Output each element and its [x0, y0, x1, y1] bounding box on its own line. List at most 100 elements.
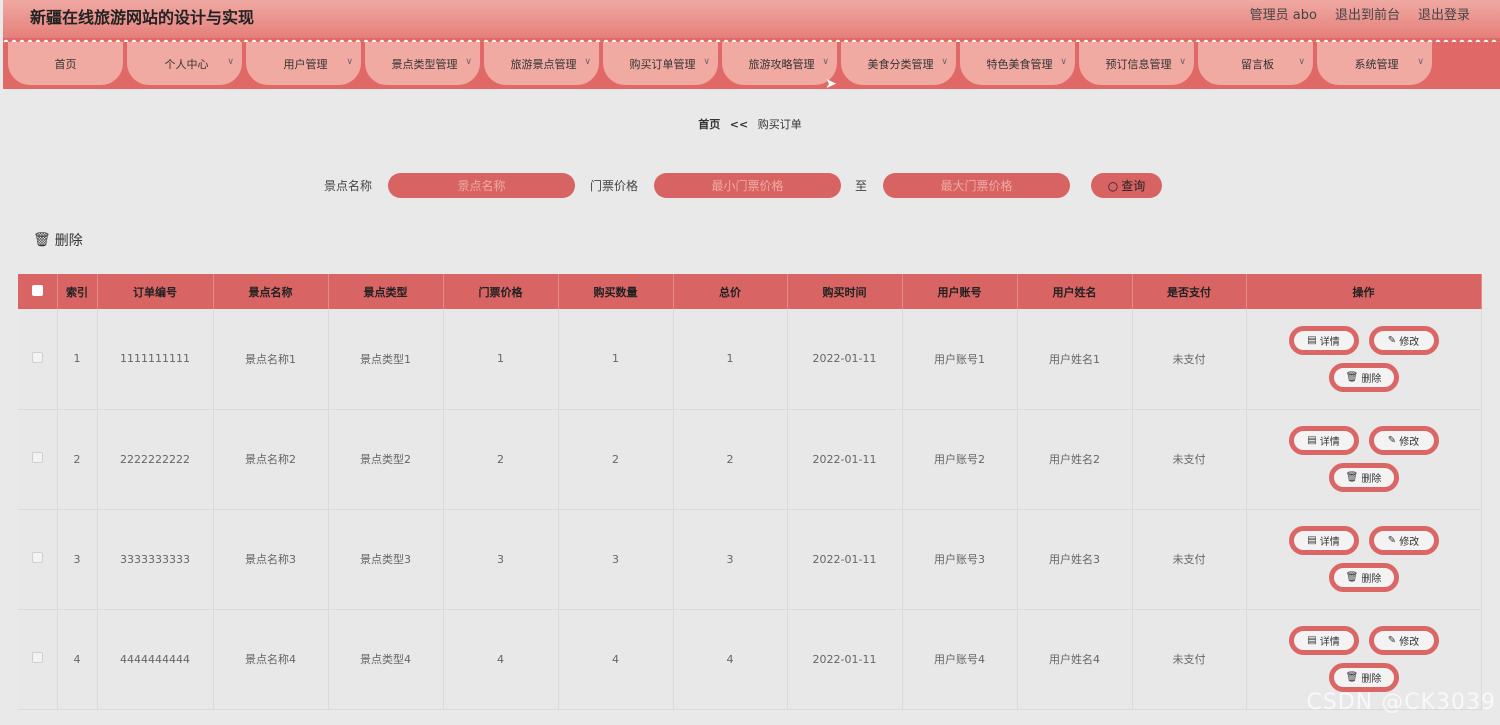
trash-icon: 🗑 — [1345, 572, 1359, 583]
table-cell: 2022-01-11 — [787, 309, 903, 410]
row-checkbox[interactable] — [31, 351, 43, 363]
nav-item-11[interactable]: 系统管理 ∨ — [1317, 42, 1432, 85]
column-header: 购买数量 — [558, 274, 674, 309]
delete-button[interactable]: 🗑 删除 — [1328, 362, 1399, 392]
nav-item-label: 预订信息管理 — [1105, 57, 1172, 71]
column-header: 用户账号 — [902, 274, 1018, 309]
detail-button-label: 详情 — [1319, 336, 1340, 348]
table-cell: 用户姓名1 — [1017, 309, 1133, 410]
edit-button[interactable]: ✎ 修改 — [1368, 626, 1439, 655]
trash-icon: 🗑 — [1345, 472, 1359, 483]
detail-button[interactable]: ▤ 详情 — [1288, 526, 1359, 555]
nav-item-label: 留言板 — [1241, 57, 1274, 71]
delete-button-label: 删除 — [1361, 474, 1382, 485]
edit-button-label: 修改 — [1399, 336, 1420, 348]
column-header: 索引 — [57, 274, 98, 309]
table-cell: 4 — [443, 609, 559, 710]
column-header: 用户姓名 — [1017, 274, 1133, 309]
edit-button-label: 修改 — [1399, 637, 1420, 648]
table-cell: 用户姓名2 — [1017, 409, 1133, 510]
breadcrumb-home[interactable]: 首页 — [698, 118, 720, 131]
table-row: 4 4444444444 景点名称4 景点类型4 4 4 4 2022-01-11 用户账号4 用… — [18, 609, 1482, 710]
chevron-down-icon: ∨ — [1179, 57, 1186, 67]
table-cell: 2 — [57, 409, 98, 510]
table-header-row: 索引 订单编号 景点名称 景点类型 门票价格 购买数量 总价 购买时间 用户账号 用户姓名 是否支付… — [18, 274, 1482, 309]
detail-button[interactable]: ▤ 详情 — [1288, 626, 1359, 655]
nav-item-9[interactable]: 预订信息管理 ∨ — [1079, 42, 1194, 85]
nav-item-3[interactable]: 景点类型管理 ∨ — [365, 42, 480, 85]
row-actions-cell: ▤ 详情 ✎ 修改 🗑 删除 — [1246, 509, 1482, 610]
table-cell: 3 — [443, 509, 559, 610]
nav-item-10[interactable]: 留言板 ∨ — [1198, 42, 1313, 85]
to-label: 至 — [855, 179, 868, 193]
row-checkbox[interactable] — [31, 652, 43, 663]
delete-button-label: 删除 — [1361, 674, 1382, 685]
column-header: 订单编号 — [97, 274, 214, 309]
column-header: 景点名称 — [213, 274, 329, 309]
document-icon: ▤ — [1307, 435, 1317, 446]
table-cell: 4 — [673, 609, 788, 710]
batch-delete-label: 删除 — [54, 233, 83, 249]
table-cell: 用户账号4 — [902, 609, 1018, 710]
detail-button[interactable]: ▤ 详情 — [1288, 426, 1359, 455]
row-select-cell — [18, 509, 58, 610]
row-actions: ▤ 详情 ✎ 修改 🗑 删除 — [1279, 426, 1449, 492]
table-cell: 3 — [673, 509, 788, 610]
table-cell: 2022-01-11 — [787, 509, 903, 610]
spot-name-input[interactable] — [388, 173, 576, 198]
row-checkbox[interactable] — [31, 552, 43, 563]
ticket-price-label: 门票价格 — [590, 179, 639, 193]
column-header: 是否支付 — [1132, 274, 1247, 309]
nav-item-0[interactable]: 首页 — [8, 42, 123, 85]
select-all-cell — [18, 274, 58, 309]
nav-item-5[interactable]: 购买订单管理 ∨ — [603, 42, 718, 85]
delete-button[interactable]: 🗑 删除 — [1328, 463, 1399, 492]
table-cell: 2222222222 — [97, 409, 214, 510]
table-cell: 1 — [443, 309, 559, 410]
row-actions: ▤ 详情 ✎ 修改 🗑 删除 — [1279, 626, 1449, 692]
nav-item-label: 个人中心 — [164, 57, 209, 71]
batch-delete-button[interactable]: 🗑 删除 — [33, 230, 83, 250]
chevron-down-icon: ∨ — [227, 57, 234, 67]
row-select-cell — [18, 609, 58, 710]
chevron-down-icon: ∨ — [584, 57, 591, 67]
table-cell: 用户姓名3 — [1017, 509, 1133, 610]
table-row: 1 1111111111 景点名称1 景点类型1 1 1 1 2022-01-11 用户账号1 用… — [18, 309, 1482, 410]
delete-button[interactable]: 🗑 删除 — [1328, 663, 1399, 692]
edit-button-label: 修改 — [1399, 437, 1420, 448]
column-header: 景点类型 — [328, 274, 444, 309]
nav-item-8[interactable]: 特色美食管理 ∨ — [960, 42, 1075, 85]
max-price-input[interactable] — [883, 173, 1071, 198]
edit-button[interactable]: ✎ 修改 — [1368, 426, 1439, 455]
row-checkbox[interactable] — [31, 452, 43, 463]
table-cell: 1 — [57, 309, 98, 410]
nav-item-4[interactable]: 旅游景点管理 ∨ — [484, 42, 599, 85]
nav-item-1[interactable]: 个人中心 ∨ — [127, 42, 242, 85]
edit-button[interactable]: ✎ 修改 — [1368, 526, 1439, 555]
table-cell: 未支付 — [1132, 309, 1247, 410]
nav-item-label: 景点类型管理 — [391, 57, 458, 71]
delete-button[interactable]: 🗑 删除 — [1328, 563, 1399, 592]
table-cell: 景点类型4 — [328, 609, 444, 710]
detail-button[interactable]: ▤ 详情 — [1288, 325, 1359, 355]
row-actions: ▤ 详情 ✎ 修改 🗑 删除 — [1279, 325, 1449, 392]
min-price-input[interactable] — [654, 173, 842, 198]
chevron-down-icon: ∨ — [703, 57, 710, 67]
delete-button-label: 删除 — [1361, 574, 1382, 585]
spot-name-label: 景点名称 — [324, 179, 373, 193]
nav-item-6[interactable]: 旅游攻略管理 ∨ — [722, 42, 837, 85]
delete-button-label: 删除 — [1361, 373, 1382, 385]
row-select-cell — [18, 309, 58, 410]
table-row: 3 3333333333 景点名称3 景点类型3 3 3 3 2022-01-11 用户账号3 用… — [18, 509, 1482, 610]
exit-to-front-link[interactable]: 退出到前台 — [1335, 4, 1400, 23]
edit-button[interactable]: ✎ 修改 — [1368, 325, 1439, 355]
document-icon: ▤ — [1307, 334, 1317, 346]
logout-link[interactable]: 退出登录 — [1418, 4, 1470, 23]
select-all-checkbox[interactable] — [31, 284, 43, 296]
pencil-icon: ✎ — [1387, 535, 1397, 546]
column-header: 购买时间 — [787, 274, 903, 309]
top-header: 新疆在线旅游网站的设计与实现 管理员 abo 退出到前台 退出登录 — [3, 0, 1500, 38]
nav-item-7[interactable]: 美食分类管理 ∨ — [841, 42, 956, 85]
query-button[interactable]: ○ 查询 — [1091, 173, 1163, 198]
nav-item-2[interactable]: 用户管理 ∨ — [246, 42, 361, 85]
